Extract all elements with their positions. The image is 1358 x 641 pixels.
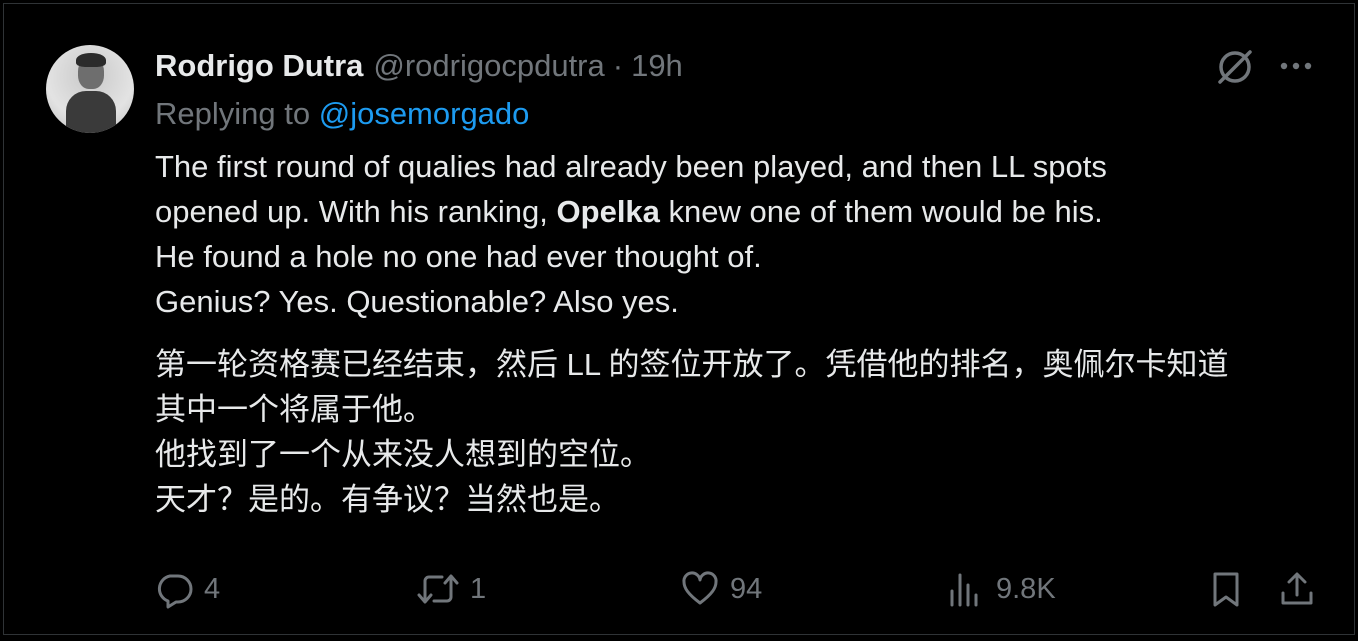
text-segment: opened up. With his ranking, (155, 194, 557, 229)
author-name[interactable]: Rodrigo Dutra (155, 48, 363, 84)
repost-count: 1 (470, 572, 487, 605)
text-line: 第一轮资格赛已经结束，然后 LL 的签位开放了。凭借他的排名，奥佩尔卡知道 (155, 347, 1229, 382)
text-line: Genius? Yes. Questionable? Also yes. (155, 284, 679, 319)
share-button[interactable] (1277, 564, 1317, 614)
text-line: opened up. With his ranking, Opelka knew… (155, 189, 1325, 234)
timestamp[interactable]: 19h (631, 48, 683, 84)
tweet-card: Rodrigo Dutra @rodrigocpdutra · 19h Repl… (3, 3, 1355, 635)
action-bar: 4 1 94 9.8K (4, 564, 1356, 614)
repost-button[interactable]: 1 (416, 564, 486, 614)
text-line: The first round of qualies had already b… (155, 149, 1107, 184)
tweet-header: Rodrigo Dutra @rodrigocpdutra · 19h (155, 44, 683, 88)
reply-icon (157, 574, 193, 609)
avatar-hair-shape (76, 53, 106, 67)
replying-to: Replying to @josemorgado (155, 96, 529, 132)
repost-icon (417, 574, 459, 604)
text-line: He found a hole no one had ever thought … (155, 239, 762, 274)
views-icon (950, 573, 978, 607)
more-icon[interactable] (1276, 54, 1316, 78)
separator-dot: · (612, 48, 624, 83)
views-count: 9.8K (996, 572, 1056, 605)
reply-button[interactable]: 4 (154, 564, 220, 614)
like-count: 94 (730, 572, 763, 605)
text-line: 其中一个将属于他。 (155, 392, 434, 427)
replying-to-mention[interactable]: @josemorgado (319, 96, 530, 131)
replying-to-label: Replying to (155, 96, 311, 131)
avatar[interactable] (46, 45, 134, 133)
views-button[interactable]: 9.8K (946, 564, 1056, 614)
tweet-text-chinese: 第一轮资格赛已经结束，然后 LL 的签位开放了。凭借他的排名，奥佩尔卡知道 其中… (155, 342, 1325, 522)
grok-icon[interactable] (1214, 46, 1256, 88)
avatar-body-shape (66, 91, 116, 133)
like-button[interactable]: 94 (680, 564, 762, 614)
author-handle[interactable]: @rodrigocpdutra (373, 48, 604, 84)
text-line: 天才？是的。有争议？当然也是。 (155, 482, 620, 517)
like-icon (682, 571, 718, 605)
text-segment: knew one of them would be his. (659, 194, 1103, 229)
share-icon (1281, 572, 1313, 605)
bookmark-icon (1213, 572, 1239, 607)
reply-count: 4 (204, 572, 221, 605)
bold-name: Opelka (556, 194, 660, 229)
bookmark-button[interactable] (1208, 564, 1244, 614)
tweet-text-english: The first round of qualies had already b… (155, 144, 1325, 324)
text-line: 他找到了一个从来没人想到的空位。 (155, 437, 651, 472)
